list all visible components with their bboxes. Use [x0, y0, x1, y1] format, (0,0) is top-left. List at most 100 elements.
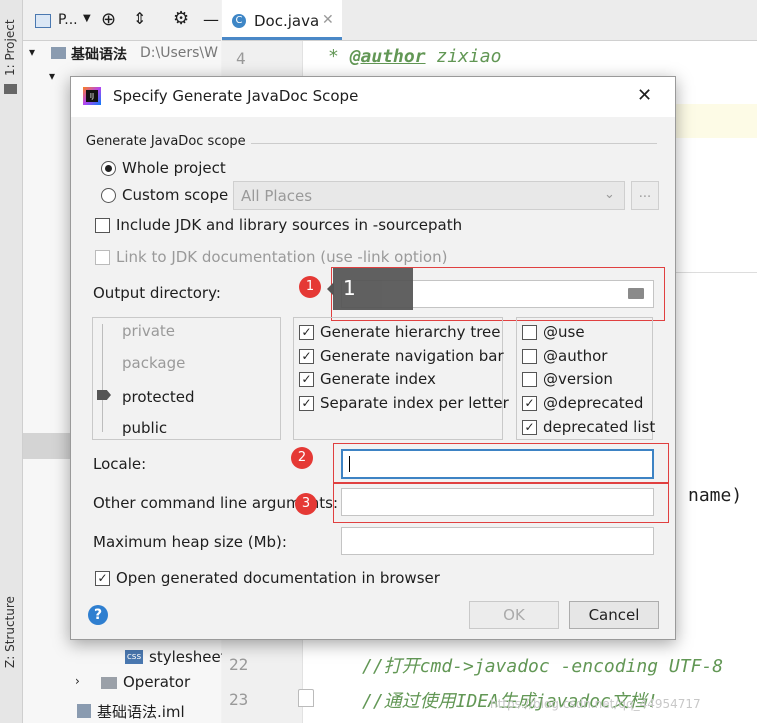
include-jdk-label[interactable]: Include JDK and library sources in -sour…: [116, 216, 462, 234]
tree-root-path: D:\Users\W: [140, 45, 218, 61]
code-line-4: * @author zixiao: [328, 46, 501, 67]
separate-index-label[interactable]: Separate index per letter: [320, 394, 509, 412]
deprecated-list-checkbox[interactable]: ✓: [522, 420, 537, 435]
locale-label: Locale:: [93, 455, 147, 473]
include-jdk-checkbox[interactable]: [95, 218, 110, 233]
cancel-button[interactable]: Cancel: [569, 601, 659, 629]
tag-version-checkbox[interactable]: [522, 372, 537, 387]
left-tool-strip: 1: Project Z: Structure: [0, 0, 23, 723]
gen-hierarchy-label[interactable]: Generate hierarchy tree: [320, 323, 501, 341]
code-peek: name): [688, 485, 743, 506]
help-icon[interactable]: ?: [88, 605, 108, 625]
gear-icon[interactable]: ⚙: [173, 8, 189, 29]
class-icon: C: [232, 14, 246, 28]
method-separator: [674, 272, 757, 273]
scope-group-label: Generate JavaDoc scope: [86, 134, 246, 149]
tag-options-panel: @use @author @version ✓ @deprecated ✓ de…: [516, 317, 655, 440]
collapse-icon[interactable]: ⇕: [133, 9, 146, 28]
chevron-down-icon: ⌄: [604, 187, 615, 202]
dialog-title-bar: IJ Specify Generate JavaDoc Scope ✕: [71, 77, 675, 117]
fold-icon[interactable]: [298, 689, 314, 707]
tag-version-label[interactable]: @version: [543, 370, 613, 388]
link-jdk-checkbox[interactable]: [95, 250, 110, 265]
deprecated-list-label[interactable]: deprecated list: [543, 418, 655, 436]
folder-icon: [101, 677, 117, 689]
javadoc-scope-dialog: IJ Specify Generate JavaDoc Scope ✕ Gene…: [70, 76, 676, 640]
gen-navbar-label[interactable]: Generate navigation bar: [320, 347, 504, 365]
panel-view-icon[interactable]: [35, 14, 51, 28]
tag-author-checkbox[interactable]: [522, 349, 537, 364]
project-side-tab[interactable]: 1: Project: [3, 19, 17, 76]
tree-item-operator[interactable]: Operator: [123, 673, 190, 691]
tag-deprecated-checkbox[interactable]: ✓: [522, 396, 537, 411]
open-browser-checkbox[interactable]: ✓: [95, 571, 110, 586]
code-line-22: //打开cmd->javadoc -encoding UTF-8: [362, 656, 724, 677]
line-number: 23: [229, 690, 249, 709]
annotation-box-3: [333, 483, 669, 523]
intellij-logo-icon: IJ: [83, 87, 101, 105]
close-icon[interactable]: ✕: [637, 85, 652, 106]
gen-navbar-checkbox[interactable]: ✓: [299, 349, 314, 364]
output-dir-label: Output directory:: [93, 284, 221, 302]
generate-options-panel: ✓ Generate hierarchy tree ✓ Generate nav…: [293, 317, 509, 440]
scope-browse-button[interactable]: ...: [631, 181, 659, 210]
annotation-badge-1: 1: [299, 276, 321, 298]
tree-root-label[interactable]: 基础语法: [71, 44, 127, 64]
scope-dropdown[interactable]: All Places ⌄: [233, 181, 625, 210]
panel-title[interactable]: P...: [58, 12, 78, 28]
visibility-protected[interactable]: protected: [122, 388, 195, 406]
slider-thumb[interactable]: [97, 390, 111, 400]
chevron-down-icon[interactable]: ▾: [49, 69, 55, 83]
module-folder-icon: [51, 47, 66, 59]
group-divider: [251, 143, 657, 144]
annotation-badge-3: 3: [295, 493, 317, 515]
dialog-title: Specify Generate JavaDoc Scope: [113, 87, 359, 105]
line-number: 4: [236, 49, 246, 68]
ok-button[interactable]: OK: [469, 601, 559, 629]
line-number: 22: [229, 655, 249, 674]
heap-input[interactable]: [341, 527, 654, 555]
watermark-text: https://blog.csdn.net/qq_44954717: [490, 697, 701, 711]
editor-tab-bar: C Doc.java ✕: [222, 0, 757, 41]
gen-index-checkbox[interactable]: ✓: [299, 372, 314, 387]
custom-scope-radio[interactable]: [101, 188, 116, 203]
heap-label: Maximum heap size (Mb):: [93, 533, 287, 551]
comment-text: zixiao: [425, 46, 502, 67]
visibility-public[interactable]: public: [122, 419, 167, 437]
folder-icon: [4, 84, 17, 94]
tag-use-checkbox[interactable]: [522, 325, 537, 340]
gen-index-label[interactable]: Generate index: [320, 370, 436, 388]
gen-hierarchy-checkbox[interactable]: ✓: [299, 325, 314, 340]
close-icon[interactable]: ✕: [322, 12, 334, 28]
whole-project-radio[interactable]: [101, 161, 116, 176]
tag-deprecated-label[interactable]: @deprecated: [543, 394, 643, 412]
hide-icon[interactable]: —: [203, 10, 219, 29]
javadoc-tag: @author: [349, 46, 426, 67]
visibility-panel: private package protected public: [92, 317, 281, 440]
scope-dropdown-value: All Places: [241, 187, 313, 205]
tag-use-label[interactable]: @use: [543, 323, 585, 341]
tree-item-stylesheet[interactable]: stylesheet: [149, 648, 227, 666]
tab-label: Doc.java: [254, 12, 320, 30]
visibility-private[interactable]: private: [122, 322, 175, 340]
open-browser-label[interactable]: Open generated documentation in browser: [116, 569, 440, 587]
custom-scope-label[interactable]: Custom scope: [122, 186, 228, 204]
tooltip-1: 1: [333, 268, 413, 310]
locate-icon[interactable]: ⊕: [101, 9, 116, 30]
slider-track: [102, 324, 103, 432]
visibility-package[interactable]: package: [122, 354, 185, 372]
chevron-down-icon[interactable]: ▾: [29, 45, 35, 59]
separate-index-checkbox[interactable]: ✓: [299, 396, 314, 411]
chevron-down-icon[interactable]: ▼: [83, 13, 91, 24]
link-jdk-label[interactable]: Link to JDK documentation (use -link opt…: [116, 248, 447, 266]
structure-side-tab[interactable]: Z: Structure: [3, 596, 17, 668]
tooltip-arrow: [327, 282, 334, 296]
tree-item-iml[interactable]: 基础语法.iml: [97, 701, 185, 722]
comment-prefix: *: [328, 46, 350, 67]
chevron-right-icon[interactable]: ›: [75, 674, 80, 688]
whole-project-label[interactable]: Whole project: [122, 159, 226, 177]
iml-file-icon: [77, 704, 91, 718]
annotation-box-2: [333, 443, 669, 483]
tag-author-label[interactable]: @author: [543, 347, 607, 365]
annotation-badge-2: 2: [291, 447, 313, 469]
